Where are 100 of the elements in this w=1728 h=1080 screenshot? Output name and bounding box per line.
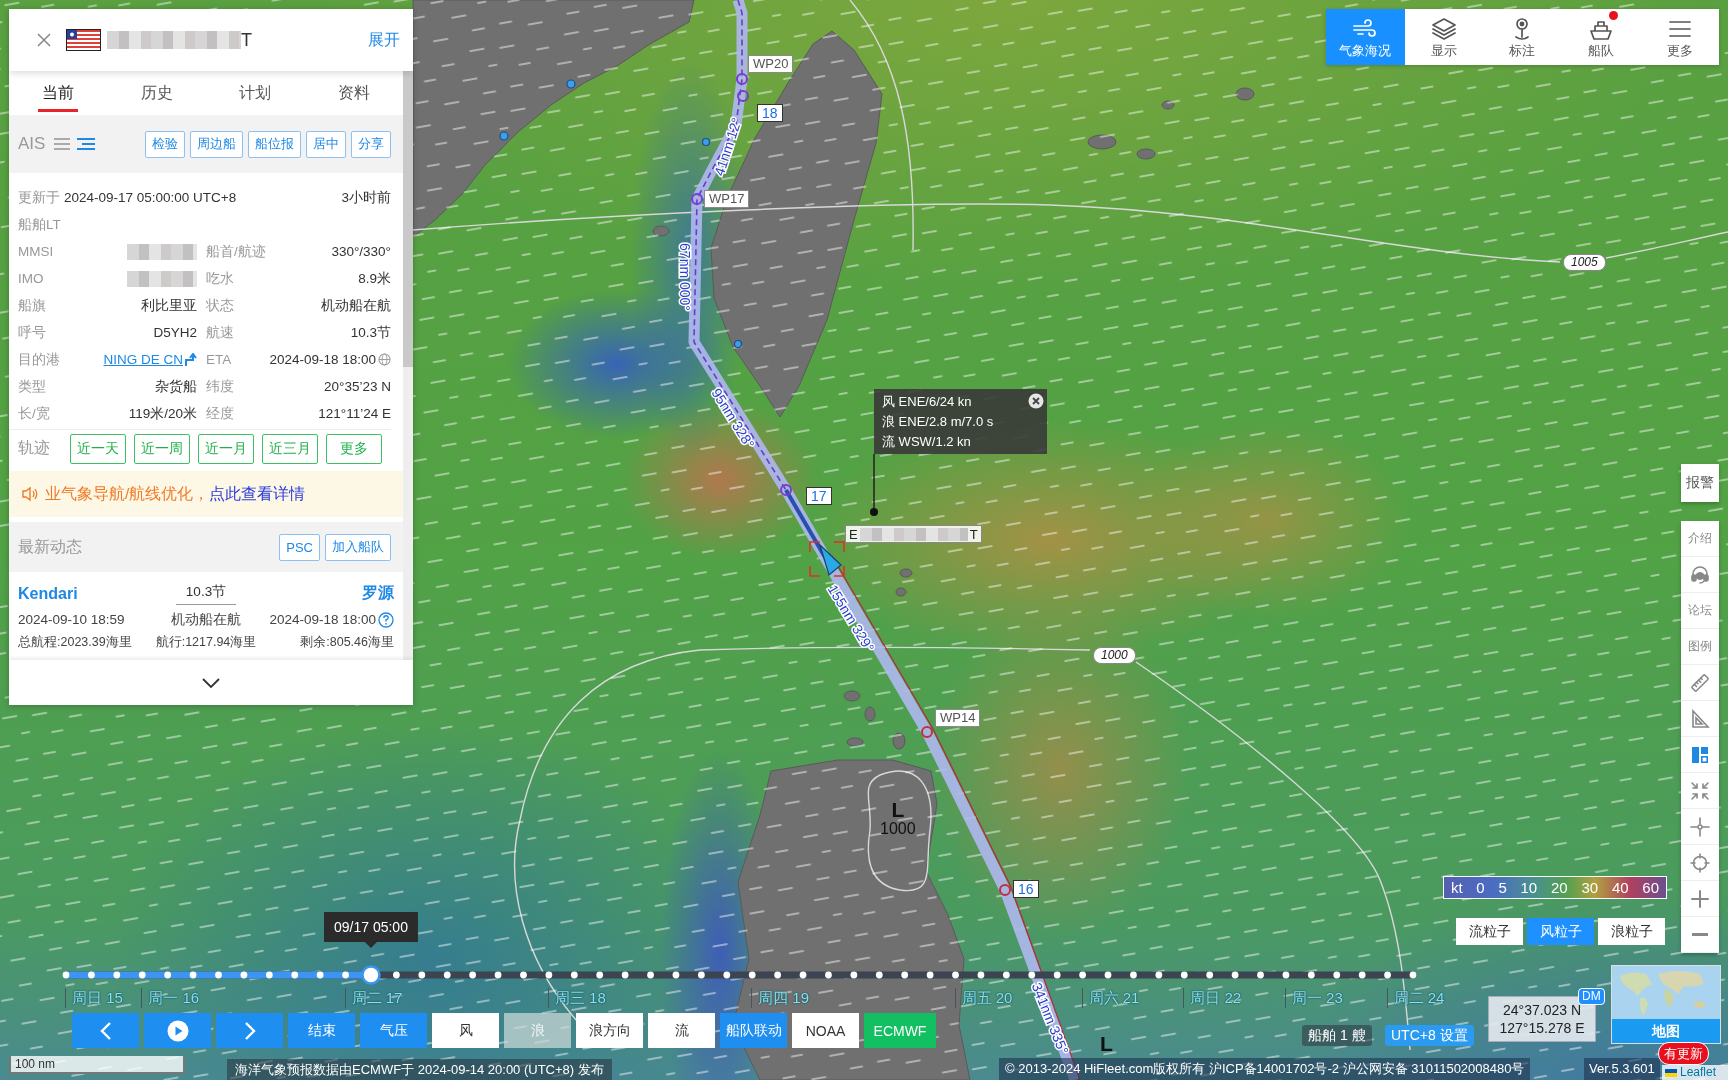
format-badge[interactable]: DM bbox=[1578, 988, 1605, 1005]
copyright-text: © 2013-2024 HiFleet.com版权所有 沪ICP备14001702号-2 沪公网安备 31011502008480号 bbox=[999, 1058, 1531, 1080]
help-icon[interactable] bbox=[378, 611, 394, 628]
route-leg-label: 41nm 12° bbox=[710, 115, 745, 178]
layer-toggle[interactable]: 气压 bbox=[360, 1013, 427, 1048]
blurred-block bbox=[127, 243, 197, 260]
source-toggle[interactable]: ECMWF bbox=[864, 1013, 936, 1048]
waypoint-label[interactable]: 18 bbox=[757, 104, 783, 122]
field-label: IMO bbox=[18, 271, 44, 286]
toolbar-button[interactable]: 更多 bbox=[1640, 9, 1719, 65]
speaker-icon bbox=[21, 486, 39, 502]
play-button[interactable] bbox=[144, 1013, 211, 1048]
track-range-button[interactable]: 近一天 bbox=[70, 433, 126, 464]
tab[interactable]: 资料 bbox=[304, 71, 403, 115]
particle-toggle[interactable]: 流粒子 bbox=[1456, 918, 1523, 945]
action-button[interactable]: 检验 bbox=[145, 130, 185, 158]
track-range-button[interactable]: 近一月 bbox=[198, 433, 254, 464]
alarm-button[interactable]: 报警 bbox=[1681, 464, 1719, 502]
arrival-port[interactable]: 罗源 bbox=[362, 583, 394, 604]
scrollbar-thumb[interactable] bbox=[403, 71, 413, 367]
waypoint-label[interactable]: WP14 bbox=[935, 709, 981, 727]
field-label: ETA bbox=[206, 352, 232, 367]
waypoint-marker-icon[interactable] bbox=[999, 884, 1011, 896]
toolbar-button[interactable]: 船队 bbox=[1561, 9, 1641, 65]
weather-reading: 流 WSW/1.2 kn bbox=[882, 433, 971, 451]
toolbar-button[interactable]: 显示 bbox=[1404, 9, 1484, 65]
layer-toggle[interactable]: 流 bbox=[648, 1013, 715, 1048]
voyage-sailed: 航行:1217.94海里 bbox=[155, 634, 257, 651]
track-range-button[interactable]: 近一周 bbox=[134, 433, 190, 464]
day-label: 周日 15 bbox=[65, 988, 123, 1008]
arrow-icon[interactable] bbox=[185, 352, 197, 367]
track-range-button[interactable]: 更多 bbox=[326, 433, 382, 464]
field-value: 119米/20米 bbox=[128, 404, 197, 423]
legend-value: 5 bbox=[1498, 879, 1507, 896]
departure-port[interactable]: Kendari bbox=[18, 584, 78, 603]
end-button[interactable]: 结束 bbox=[288, 1013, 355, 1048]
action-button[interactable]: PSC bbox=[279, 533, 320, 561]
ship-name-text: E bbox=[849, 526, 858, 542]
previous-button[interactable] bbox=[72, 1013, 139, 1048]
waypoint-label[interactable]: 17 bbox=[806, 487, 832, 505]
layer-toggle[interactable]: 浪方向 bbox=[576, 1013, 643, 1048]
close-button[interactable] bbox=[37, 33, 51, 47]
expand-link[interactable]: 展开 bbox=[368, 29, 400, 51]
chevron-down-icon[interactable] bbox=[201, 676, 221, 689]
tool-button[interactable]: 介绍 bbox=[1681, 521, 1719, 557]
data-source-note: 海洋气象预报数据由ECMWF于 2024-09-14 20:00 (UTC+8) 发布 bbox=[227, 1059, 612, 1080]
waypoint-label[interactable]: WP17 bbox=[704, 190, 750, 208]
globe-icon[interactable] bbox=[378, 353, 391, 366]
port-link[interactable]: NING DE CN bbox=[103, 352, 183, 367]
action-button[interactable]: 分享 bbox=[351, 130, 391, 158]
layer-toggle[interactable]: 船队联动 bbox=[720, 1013, 787, 1048]
day-label: 周六 21 bbox=[1081, 988, 1140, 1008]
basemap-button[interactable]: 地图 bbox=[1611, 965, 1721, 1044]
version-label: Ver.5.3.601 bbox=[1584, 1058, 1660, 1080]
scrollbar-track[interactable] bbox=[403, 71, 413, 660]
particle-toggle[interactable]: 浪粒子 bbox=[1598, 918, 1665, 945]
ais-label: AIS bbox=[18, 134, 46, 154]
close-icon[interactable] bbox=[1028, 393, 1044, 409]
waypoint-label[interactable]: 16 bbox=[1013, 880, 1039, 898]
timeline-thumb[interactable] bbox=[361, 965, 381, 985]
field-label: 类型 bbox=[18, 377, 46, 396]
action-button[interactable]: 加入船队 bbox=[325, 533, 391, 561]
notice-link[interactable]: 点此查看详情 bbox=[209, 483, 306, 505]
waypoint-marker-icon[interactable] bbox=[737, 90, 749, 102]
ship-name-label[interactable]: E T bbox=[845, 525, 982, 543]
waypoint-marker-icon[interactable] bbox=[780, 484, 792, 496]
action-button[interactable]: 船位报 bbox=[248, 130, 301, 158]
inward-arrows-icon bbox=[1690, 780, 1710, 801]
tool-button[interactable]: 论坛 bbox=[1681, 593, 1719, 629]
route-leg-label: 341nm 335° bbox=[1028, 980, 1072, 1057]
waypoint-marker-icon[interactable] bbox=[736, 73, 748, 85]
legend-value: 30 bbox=[1581, 879, 1599, 896]
indented-list-icon[interactable] bbox=[76, 137, 97, 151]
field-label: 状态 bbox=[206, 296, 234, 315]
field-value: 8.9米 bbox=[358, 269, 391, 288]
next-button[interactable] bbox=[216, 1013, 283, 1048]
timeline-track[interactable] bbox=[62, 971, 1417, 979]
action-button[interactable]: 居中 bbox=[306, 130, 346, 158]
action-button[interactable]: 周边船 bbox=[190, 130, 243, 158]
waypoint-marker-icon[interactable] bbox=[921, 726, 933, 738]
port-marker-icon bbox=[566, 79, 576, 89]
layer-toggle[interactable]: 风 bbox=[432, 1013, 499, 1048]
timezone-button[interactable]: UTC+8 设置 bbox=[1385, 1025, 1474, 1046]
track-range-button[interactable]: 近三月 bbox=[262, 433, 318, 464]
tab[interactable]: 历史 bbox=[107, 71, 206, 115]
particle-toggle[interactable]: 风粒子 bbox=[1527, 918, 1594, 945]
field-value: 330°/330° bbox=[331, 244, 391, 259]
waypoint-label[interactable]: WP20 bbox=[748, 55, 794, 73]
toolbar-button[interactable]: 气象海况 bbox=[1326, 9, 1405, 65]
tool-button[interactable]: 图例 bbox=[1681, 629, 1719, 665]
source-toggle[interactable]: NOAA bbox=[792, 1013, 859, 1048]
waypoint-marker-icon[interactable] bbox=[691, 193, 703, 205]
voyage-status: 机动船在航 bbox=[171, 610, 241, 629]
tab[interactable]: 计划 bbox=[206, 71, 305, 115]
field-label: 更新于 bbox=[18, 188, 60, 207]
ship-icon[interactable] bbox=[818, 543, 842, 577]
day-label: 周一 23 bbox=[1284, 988, 1343, 1008]
update-badge[interactable]: 有更新 bbox=[1658, 1042, 1709, 1065]
toolbar-button[interactable]: 标注 bbox=[1483, 9, 1562, 65]
weather-reading: 风 ENE/6/24 kn bbox=[882, 393, 972, 411]
